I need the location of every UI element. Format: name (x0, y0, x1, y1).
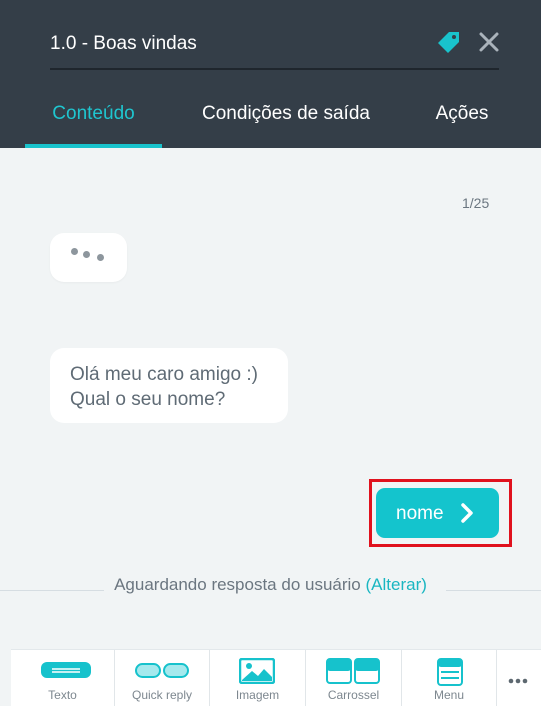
quick-reply-icon (135, 663, 189, 678)
tool-label: Carrossel (327, 688, 380, 702)
message-bubble[interactable]: Olá meu caro amigo :) Qual o seu nome? (50, 348, 288, 423)
image-icon (239, 658, 275, 684)
status-line: Aguardando resposta do usuário (Alterar) (0, 575, 541, 595)
tool-carrossel[interactable]: Carrossel (306, 650, 401, 706)
tab-bar: Conteúdo Condições de saída Ações (0, 96, 541, 148)
message-counter: 1/25 (462, 195, 490, 211)
content-toolbar: Texto Quick reply Imagem Carrossel Menu (11, 649, 541, 706)
reply-button-nome[interactable]: nome (376, 488, 499, 538)
tool-quick-reply[interactable]: Quick reply (115, 650, 209, 706)
tool-label: Menu (433, 688, 465, 702)
more-horizontal-icon[interactable] (508, 678, 528, 684)
reply-button-label: nome (396, 503, 444, 524)
tool-menu[interactable]: Menu (402, 650, 496, 706)
typing-bubble[interactable] (50, 233, 127, 282)
tool-separator (496, 650, 497, 706)
tool-label: Quick reply (131, 688, 193, 702)
menu-icon (437, 658, 463, 686)
change-link[interactable]: (Alterar) (366, 575, 427, 594)
block-title[interactable]: 1.0 - Boas vindas (50, 33, 197, 55)
message-line-1: Olá meu caro amigo :) (70, 364, 258, 385)
tool-label: Texto (48, 688, 77, 702)
carousel-icon (326, 658, 380, 684)
tool-imagem[interactable]: Imagem (210, 650, 305, 706)
tab-condicoes-saida[interactable]: Condições de saída (190, 96, 382, 148)
tab-conteudo[interactable]: Conteúdo (25, 96, 162, 148)
editor-header: 1.0 - Boas vindas Conteúdo Condições de … (0, 0, 541, 148)
title-field[interactable]: 1.0 - Boas vindas (50, 24, 499, 70)
tab-acoes[interactable]: Ações (420, 96, 504, 148)
tool-label: Imagem (235, 688, 280, 702)
text-block-icon (41, 662, 91, 678)
chevron-right-icon (461, 503, 473, 523)
status-text: Aguardando resposta do usuário (114, 575, 361, 594)
tag-icon[interactable] (437, 30, 461, 54)
message-line-2: Qual o seu nome? (70, 389, 226, 410)
close-icon[interactable] (478, 31, 500, 53)
tool-texto[interactable]: Texto (11, 650, 114, 706)
